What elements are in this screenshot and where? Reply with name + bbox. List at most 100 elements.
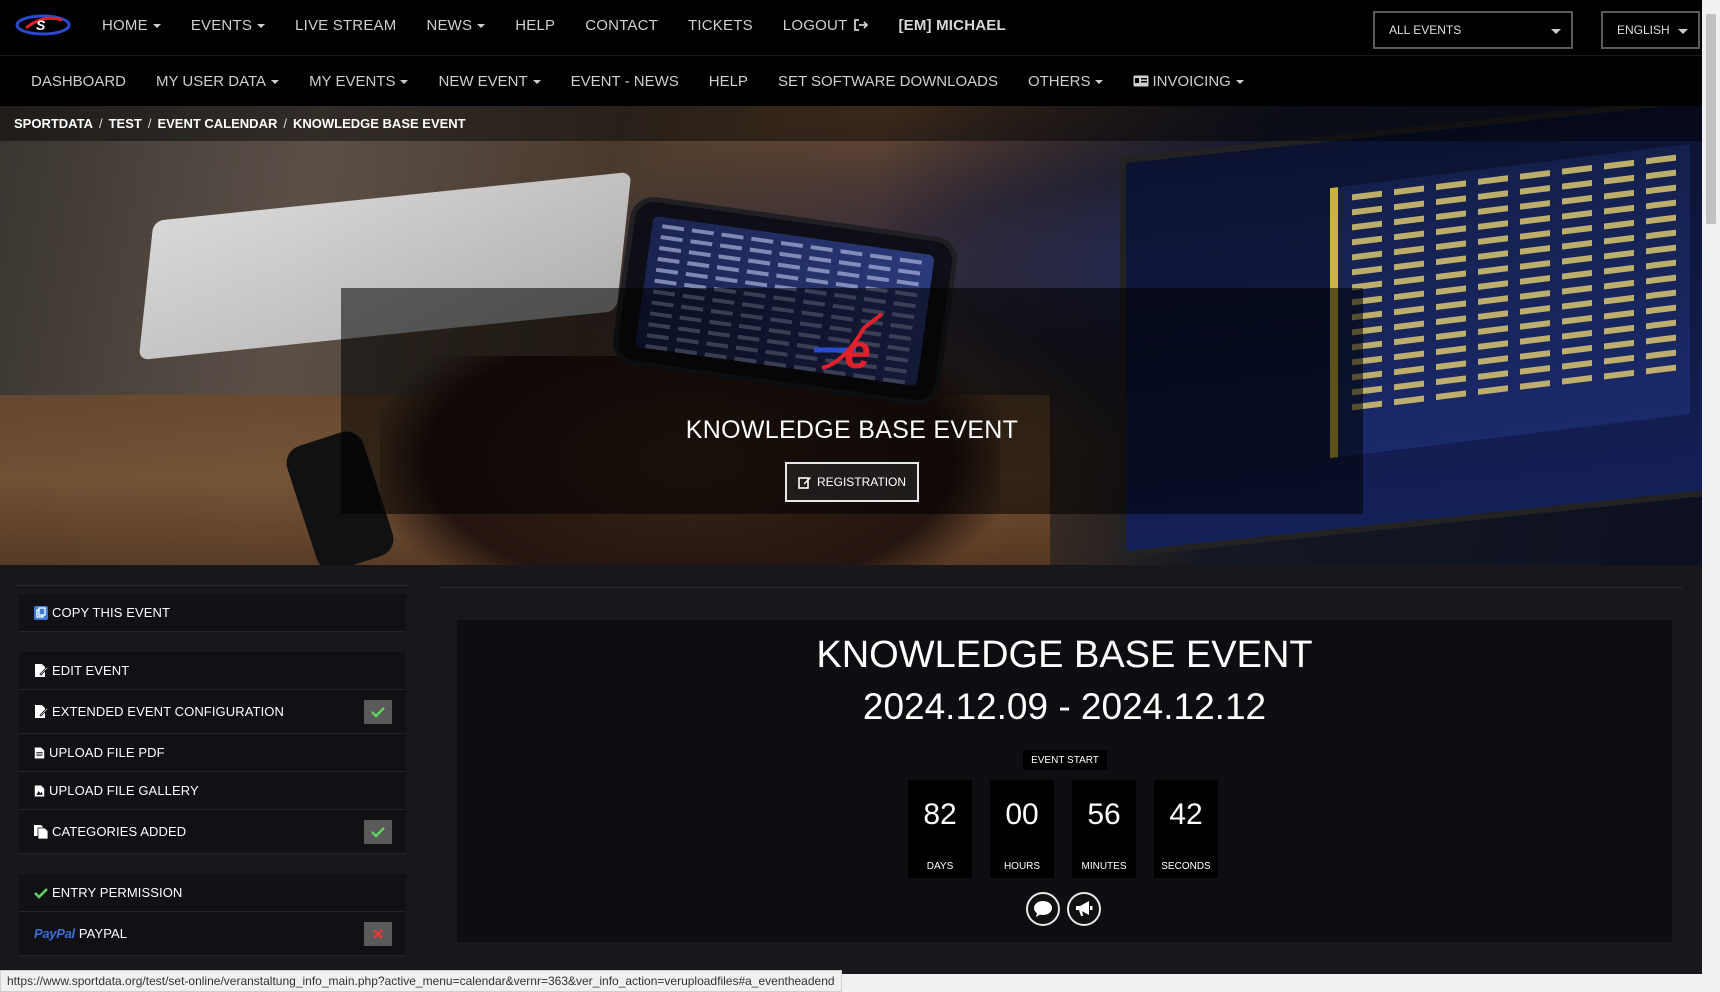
nav-live-stream[interactable]: LIVE STREAM [295, 17, 396, 34]
breadcrumb-test[interactable]: TEST [109, 116, 142, 131]
countdown-hours: 00 HOURS [990, 780, 1054, 878]
subnav-my-user-data[interactable]: MY USER DATA [156, 73, 280, 90]
entry-permission-label: ENTRY PERMISSION [52, 885, 183, 900]
nav-logout[interactable]: LOGOUT [783, 17, 869, 34]
categories-label: CATEGORIES ADDED [52, 824, 187, 839]
countdown-days-label: DAYS [926, 861, 954, 872]
countdown-hours-label: HOURS [1003, 861, 1041, 872]
event-info-card: KNOWLEDGE BASE EVENT 2024.12.09 - 2024.1… [457, 620, 1672, 942]
countdown-seconds-label: SECONDS [1161, 861, 1211, 872]
edit-event-item[interactable]: EDIT EVENT [19, 652, 406, 690]
chevron-down-icon [532, 79, 541, 84]
check-icon [371, 826, 385, 838]
files-icon [34, 824, 48, 839]
registration-button[interactable]: REGISTRATION [785, 462, 919, 502]
status-bar-url: https://www.sportdata.org/test/set-onlin… [0, 970, 842, 992]
nav-tickets[interactable]: TICKETS [688, 17, 753, 34]
copy-event-item[interactable]: COPY THIS EVENT [19, 594, 406, 632]
file-edit-icon [35, 704, 48, 718]
upload-pdf-label: UPLOAD FILE PDF [49, 745, 165, 760]
chevron-down-icon [152, 23, 161, 28]
subnav-event-news[interactable]: EVENT - NEWS [571, 73, 679, 90]
entry-permission-item[interactable]: ENTRY PERMISSION [19, 874, 406, 912]
file-image-icon [34, 785, 45, 796]
chevron-down-icon [400, 79, 409, 84]
upload-pdf-item[interactable]: UPLOAD FILE PDF [19, 734, 406, 772]
paypal-logo: PayPal [34, 926, 75, 941]
top-navbar: S HOME EVENTS LIVE STREAM NEWS HELP CONT… [0, 0, 1702, 56]
close-icon [373, 928, 383, 939]
id-card-icon [1133, 75, 1149, 86]
vertical-scrollbar[interactable] [1702, 0, 1720, 974]
upload-gallery-item[interactable]: UPLOAD FILE GALLERY [19, 772, 406, 810]
logout-icon [854, 18, 869, 31]
breadcrumb-event-calendar[interactable]: EVENT CALENDAR [157, 116, 277, 131]
hero-laptop-screen [1330, 143, 1690, 459]
file-pdf-icon [34, 747, 45, 758]
sportdata-logo[interactable]: S [14, 10, 72, 40]
nav-home[interactable]: HOME [102, 17, 161, 34]
event-select-value: ALL EVENTS [1389, 23, 1462, 37]
extended-config-label: EXTENDED EVENT CONFIGURATION [52, 704, 285, 719]
event-start-label: EVENT START [1023, 750, 1107, 770]
chevron-down-icon [477, 23, 486, 28]
announcement-button[interactable] [1067, 892, 1101, 926]
event-dates: 2024.12.09 - 2024.12.12 [862, 686, 1267, 727]
nav-news[interactable]: NEWS [426, 17, 486, 34]
language-select-value: ENGLISH [1617, 23, 1670, 37]
extended-config-item[interactable]: EXTENDED EVENT CONFIGURATION [19, 690, 406, 734]
event-admin-panel: COPY THIS EVENT EDIT EVENT EXTENDED EVEN… [15, 585, 407, 956]
paypal-item[interactable]: PayPal PAYPAL [19, 912, 406, 956]
comment-icon [1034, 901, 1052, 917]
event-title: KNOWLEDGE BASE EVENT [816, 634, 1313, 676]
subnav-others[interactable]: OTHERS [1028, 73, 1104, 90]
chevron-down-icon [271, 79, 280, 84]
countdown-hours-value: 00 [1005, 798, 1039, 831]
scrollbar-thumb[interactable] [1706, 14, 1716, 224]
categories-item[interactable]: CATEGORIES ADDED [19, 810, 406, 854]
subnav-dashboard[interactable]: DASHBOARD [31, 73, 126, 90]
edit-event-label: EDIT EVENT [52, 663, 130, 678]
registration-label: REGISTRATION [816, 475, 907, 489]
nav-contact[interactable]: CONTACT [585, 17, 658, 34]
event-logo: e [814, 312, 884, 378]
subnav-invoicing[interactable]: INVOICING [1133, 73, 1244, 90]
language-select[interactable]: ENGLISH [1601, 11, 1700, 49]
chevron-down-icon [1551, 29, 1561, 34]
megaphone-icon [1076, 901, 1093, 916]
subnav-help[interactable]: HELP [709, 73, 748, 90]
edit-icon [798, 477, 811, 489]
chevron-down-icon [1095, 79, 1104, 84]
extended-config-status [364, 699, 392, 724]
paypal-status [364, 921, 392, 946]
breadcrumb: SPORTDATA / TEST / EVENT CALENDAR / KNOWLED… [14, 116, 466, 131]
nav-help[interactable]: HELP [515, 17, 555, 34]
content-divider [440, 587, 1682, 588]
check-icon [371, 706, 385, 718]
nav-user[interactable]: [EM] MICHAEL [898, 17, 1005, 34]
svg-text:e: e [844, 326, 871, 378]
copy-icon [34, 605, 48, 620]
countdown-days-value: 82 [923, 798, 957, 831]
copy-event-label: COPY THIS EVENT [52, 605, 171, 620]
event-select[interactable]: ALL EVENTS [1373, 11, 1573, 49]
check-icon [34, 887, 48, 899]
svg-text:S: S [36, 17, 46, 33]
file-edit-icon [35, 663, 48, 677]
countdown-seconds-value: 42 [1169, 798, 1203, 831]
comment-button[interactable] [1026, 892, 1060, 926]
upload-gallery-label: UPLOAD FILE GALLERY [49, 783, 199, 798]
countdown-days: 82 DAYS [908, 780, 972, 878]
nav-events[interactable]: EVENTS [191, 17, 266, 34]
countdown-minutes-label: MINUTES [1081, 861, 1127, 872]
countdown-seconds: 42 SECONDS [1154, 780, 1218, 878]
hero-overlay: e KNOWLEDGE BASE EVENT REGISTRATION [341, 288, 1363, 514]
subnav-my-events[interactable]: MY EVENTS [309, 73, 409, 90]
chevron-down-icon [257, 23, 266, 28]
chevron-down-icon [1678, 29, 1688, 34]
subnav-software-downloads[interactable]: SET SOFTWARE DOWNLOADS [778, 73, 998, 90]
subnav-new-event[interactable]: NEW EVENT [438, 73, 541, 90]
hero-title: KNOWLEDGE BASE EVENT [685, 416, 1019, 444]
breadcrumb-sportdata[interactable]: SPORTDATA [14, 116, 93, 131]
sub-navbar: DASHBOARD MY USER DATA MY EVENTS NEW EVE… [0, 56, 1702, 106]
